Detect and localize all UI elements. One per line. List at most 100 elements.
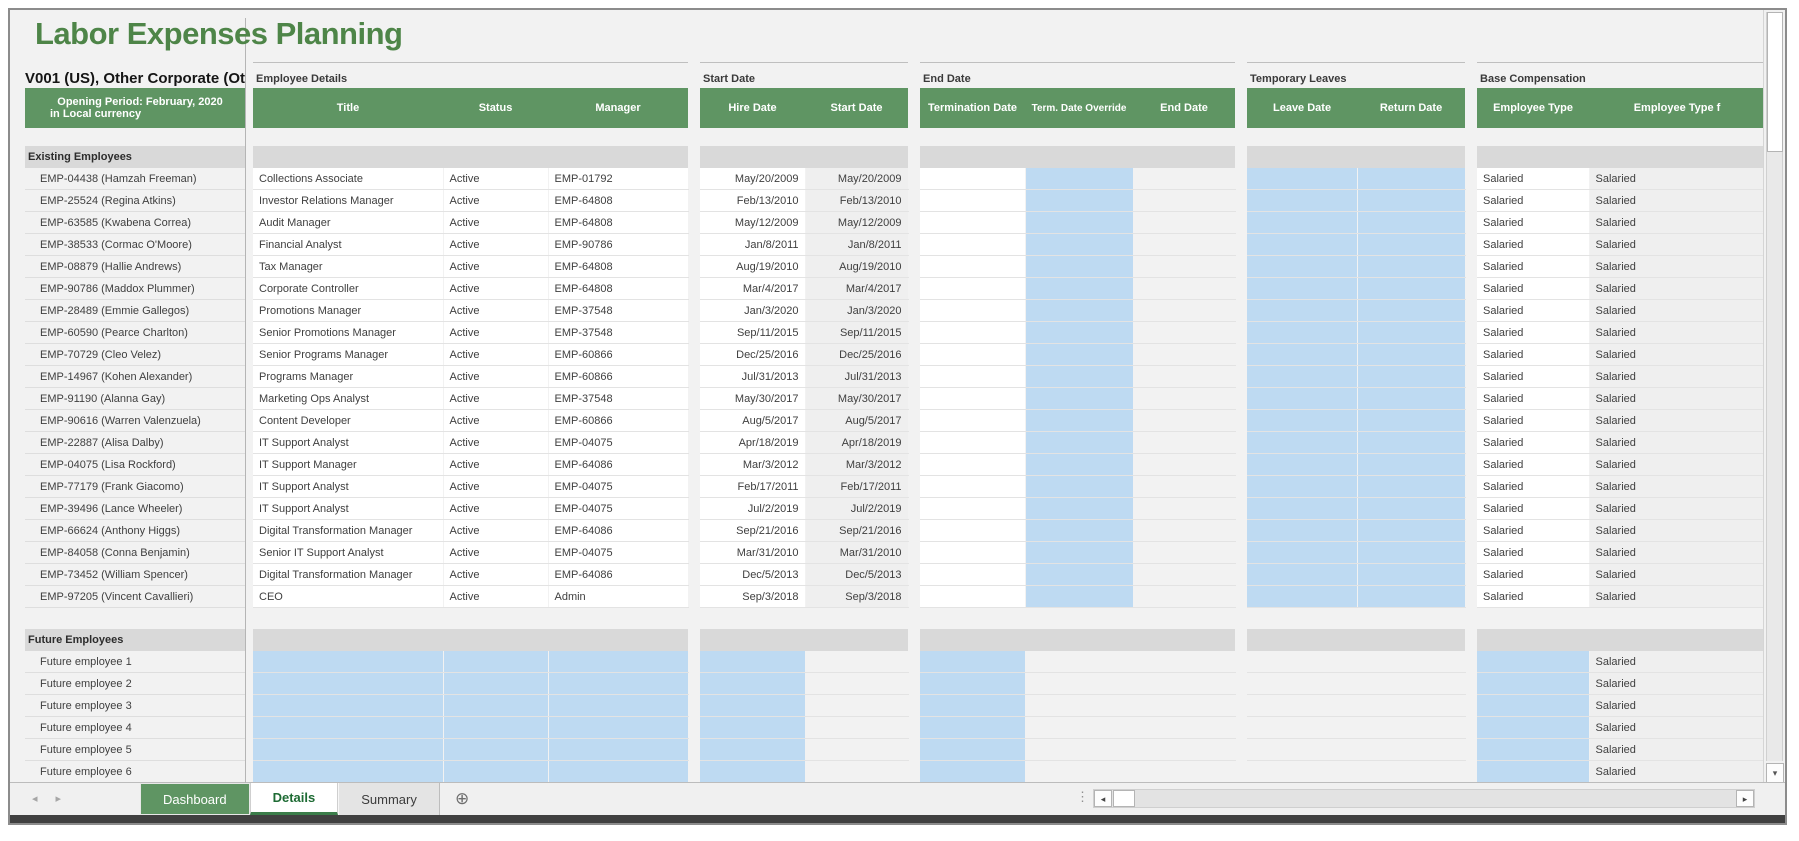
cell-status[interactable]: Active: [443, 211, 549, 234]
cell-employee-type[interactable]: [1477, 738, 1590, 761]
cell-title[interactable]: Content Developer: [253, 409, 444, 432]
cell-status[interactable]: Active: [443, 431, 549, 454]
cell-title[interactable]: [253, 694, 444, 717]
cell-hire-date[interactable]: [700, 694, 806, 717]
cell-hire-date[interactable]: [700, 651, 806, 673]
cell-termination-date[interactable]: [920, 255, 1026, 278]
cell-employee-type[interactable]: Salaried: [1477, 475, 1590, 498]
cell-hire-date[interactable]: Dec/5/2013: [700, 563, 806, 586]
cell-employee-type[interactable]: Salaried: [1477, 168, 1590, 190]
cell-employee-type[interactable]: Salaried: [1477, 233, 1590, 256]
cell-hire-date[interactable]: Mar/31/2010: [700, 541, 806, 564]
cell-employee-type[interactable]: Salaried: [1477, 343, 1590, 366]
cell-title[interactable]: [253, 651, 444, 673]
cell-employee-type[interactable]: Salaried: [1477, 453, 1590, 476]
cell-term-date-override[interactable]: [1025, 519, 1134, 542]
cell-employee-type[interactable]: [1477, 651, 1590, 673]
cell-employee-type[interactable]: [1477, 760, 1590, 783]
tabbar-resize-handle[interactable]: ⋮: [1076, 789, 1089, 805]
cell-term-date-override[interactable]: [1025, 541, 1134, 564]
cell-status[interactable]: Active: [443, 189, 549, 212]
cell-return-date[interactable]: [1357, 563, 1466, 586]
cell-termination-date[interactable]: [920, 497, 1026, 520]
cell-status[interactable]: [443, 760, 549, 783]
cell-leave-date[interactable]: [1247, 475, 1358, 498]
cell-manager[interactable]: EMP-64086: [548, 563, 689, 586]
cell-return-date[interactable]: [1357, 387, 1466, 410]
cell-leave-date[interactable]: [1247, 585, 1358, 608]
cell-leave-date[interactable]: [1247, 409, 1358, 432]
cell-return-date[interactable]: [1357, 409, 1466, 432]
cell-return-date[interactable]: [1357, 519, 1466, 542]
cell-title[interactable]: IT Support Analyst: [253, 497, 444, 520]
cell-hire-date[interactable]: May/30/2017: [700, 387, 806, 410]
cell-term-date-override[interactable]: [1025, 431, 1134, 454]
cell-title[interactable]: Investor Relations Manager: [253, 189, 444, 212]
cell-title[interactable]: Collections Associate: [253, 168, 444, 190]
cell-title[interactable]: Tax Manager: [253, 255, 444, 278]
cell-title[interactable]: Senior Programs Manager: [253, 343, 444, 366]
cell-return-date[interactable]: [1357, 541, 1466, 564]
cell-term-date-override[interactable]: [1025, 255, 1134, 278]
cell-leave-date[interactable]: [1247, 321, 1358, 344]
cell-termination-date[interactable]: [920, 519, 1026, 542]
cell-return-date[interactable]: [1357, 475, 1466, 498]
cell-leave-date[interactable]: [1247, 233, 1358, 256]
tab-nav-right-icon[interactable]: ▸: [56, 793, 80, 805]
cell-title[interactable]: Programs Manager: [253, 365, 444, 388]
cell-termination-date[interactable]: [920, 343, 1026, 366]
cell-hire-date[interactable]: Dec/25/2016: [700, 343, 806, 366]
cell-termination-date[interactable]: [920, 738, 1026, 761]
cell-hire-date[interactable]: Mar/3/2012: [700, 453, 806, 476]
cell-leave-date[interactable]: [1247, 365, 1358, 388]
cell-return-date[interactable]: [1357, 168, 1466, 190]
cell-status[interactable]: Active: [443, 299, 549, 322]
cell-employee-type[interactable]: Salaried: [1477, 189, 1590, 212]
cell-termination-date[interactable]: [920, 585, 1026, 608]
cell-hire-date[interactable]: Sep/3/2018: [700, 585, 806, 608]
cell-termination-date[interactable]: [920, 277, 1026, 300]
cell-hire-date[interactable]: [700, 672, 806, 695]
cell-hire-date[interactable]: Aug/19/2010: [700, 255, 806, 278]
cell-hire-date[interactable]: May/12/2009: [700, 211, 806, 234]
cell-employee-type[interactable]: Salaried: [1477, 519, 1590, 542]
cell-manager[interactable]: EMP-04075: [548, 475, 689, 498]
cell-employee-type[interactable]: [1477, 694, 1590, 717]
cell-hire-date[interactable]: Jan/3/2020: [700, 299, 806, 322]
cell-manager[interactable]: EMP-04075: [548, 431, 689, 454]
scroll-down-button[interactable]: ▾: [1766, 763, 1784, 783]
cell-status[interactable]: Active: [443, 585, 549, 608]
cell-termination-date[interactable]: [920, 365, 1026, 388]
cell-status[interactable]: Active: [443, 277, 549, 300]
cell-title[interactable]: Audit Manager: [253, 211, 444, 234]
cell-return-date[interactable]: [1357, 277, 1466, 300]
cell-manager[interactable]: EMP-60866: [548, 365, 689, 388]
cell-termination-date[interactable]: [920, 299, 1026, 322]
cell-termination-date[interactable]: [920, 475, 1026, 498]
cell-manager[interactable]: [548, 694, 689, 717]
cell-termination-date[interactable]: [920, 694, 1026, 717]
cell-manager[interactable]: EMP-60866: [548, 343, 689, 366]
cell-manager[interactable]: EMP-64808: [548, 189, 689, 212]
cell-employee-type[interactable]: Salaried: [1477, 409, 1590, 432]
cell-leave-date[interactable]: [1247, 343, 1358, 366]
cell-status[interactable]: Active: [443, 563, 549, 586]
cell-hire-date[interactable]: Aug/5/2017: [700, 409, 806, 432]
cell-return-date[interactable]: [1357, 585, 1466, 608]
cell-term-date-override[interactable]: [1025, 585, 1134, 608]
cell-title[interactable]: Promotions Manager: [253, 299, 444, 322]
cell-status[interactable]: [443, 694, 549, 717]
cell-hire-date[interactable]: [700, 716, 806, 739]
cell-manager[interactable]: EMP-01792: [548, 168, 689, 190]
cell-employee-type[interactable]: Salaried: [1477, 387, 1590, 410]
cell-hire-date[interactable]: [700, 738, 806, 761]
cell-status[interactable]: Active: [443, 409, 549, 432]
cell-employee-type[interactable]: Salaried: [1477, 299, 1590, 322]
cell-title[interactable]: [253, 672, 444, 695]
cell-termination-date[interactable]: [920, 651, 1026, 673]
cell-status[interactable]: Active: [443, 519, 549, 542]
cell-manager[interactable]: [548, 760, 689, 783]
cell-termination-date[interactable]: [920, 431, 1026, 454]
cell-return-date[interactable]: [1357, 497, 1466, 520]
cell-title[interactable]: IT Support Analyst: [253, 431, 444, 454]
